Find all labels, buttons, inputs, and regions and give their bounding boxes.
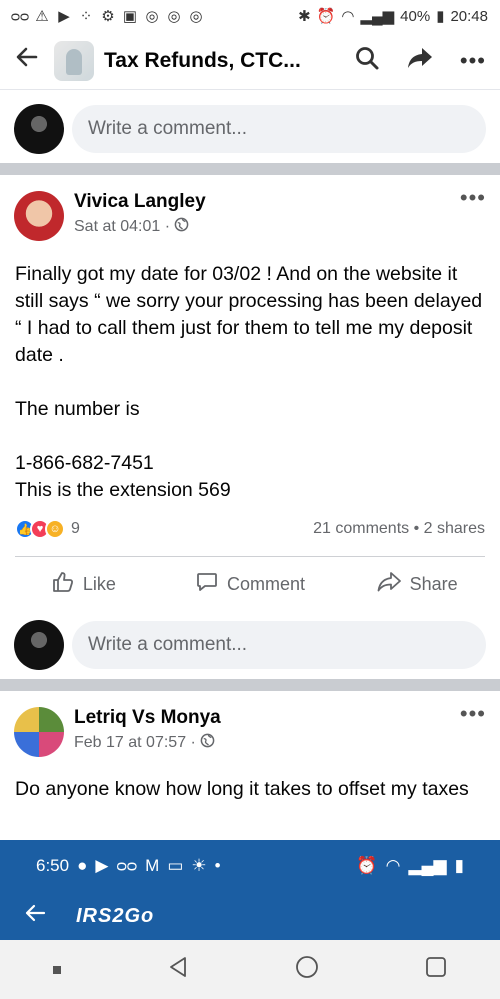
post-more-icon[interactable]: ••• <box>460 701 486 727</box>
battery-icon: ▮ <box>436 8 445 25</box>
gear-icon: ⚙ <box>101 8 115 25</box>
share-button[interactable]: Share <box>333 560 500 608</box>
post-timestamp[interactable]: Feb 17 at 07:57 · <box>74 733 221 753</box>
share-icon <box>376 570 402 599</box>
app-header: Tax Refunds, CTC... ••• <box>0 32 500 90</box>
embedded-app-title: IRS2Go <box>76 904 155 927</box>
wifi-icon: ◠ <box>341 8 355 25</box>
comment-input[interactable]: Write a comment... <box>72 621 486 669</box>
more-options-icon[interactable]: ••• <box>460 48 486 74</box>
voicemail-icon: ᴑᴑ <box>116 856 138 875</box>
author-name[interactable]: Vivica Langley <box>74 191 206 213</box>
post-time-text: Sat at 04:01 · <box>74 218 171 235</box>
recents-dot-icon[interactable] <box>53 965 61 974</box>
comment-composer-post1: Write a comment... <box>0 610 500 680</box>
share-arrow-icon[interactable] <box>406 45 434 76</box>
back-arrow-icon <box>24 903 46 929</box>
weather-icon: ☀ <box>191 856 207 875</box>
gmail-icon: M <box>145 856 160 875</box>
group-thumbnail[interactable] <box>54 40 94 81</box>
youtube-icon: ▶ <box>95 856 109 875</box>
feed-divider <box>0 679 500 691</box>
post-more-icon[interactable]: ••• <box>460 185 486 211</box>
signal-icon: ▂▄▆ <box>408 856 447 875</box>
wifi-icon: ◠ <box>385 856 401 875</box>
alarm-icon: ⏰ <box>356 856 378 875</box>
comments-shares-count[interactable]: 21 comments • 2 shares <box>313 520 485 538</box>
search-icon[interactable] <box>354 45 380 76</box>
comment-input[interactable]: Write a comment... <box>72 105 486 153</box>
author-avatar[interactable] <box>14 707 64 757</box>
overview-square-icon[interactable] <box>425 956 447 983</box>
reaction-count[interactable]: 9 <box>71 520 80 538</box>
status-bar: ᴑᴑ ⚠ ▶ ⁘ ⚙ ▣ ◎ ◎ ◎ ✱ ⏰ ◠ ▂▄▆ 40% ▮ 20:48 <box>0 0 500 32</box>
back-arrow-icon[interactable] <box>14 44 44 77</box>
embedded-status-bar: 6:50 ● ▶ ᴑᴑ M ▭ ☀ • ⏰ ◠ ▂▄▆ ▮ <box>0 840 500 892</box>
post-text: Do anyone know how long it takes to offs… <box>15 778 469 800</box>
like-button[interactable]: Like <box>0 560 167 608</box>
thumbs-up-icon <box>51 570 75 599</box>
actions-separator <box>15 556 485 557</box>
embedded-screenshot[interactable]: 6:50 ● ▶ ᴑᴑ M ▭ ☀ • ⏰ ◠ ▂▄▆ ▮ IRS2Go <box>0 840 500 940</box>
back-triangle-icon[interactable] <box>167 956 189 983</box>
voicemail-icon: ᴑᴑ <box>10 7 30 25</box>
image-icon: ▣ <box>122 8 138 25</box>
battery-percent: 40% <box>400 7 431 25</box>
post-text: Finally got my date for 03/02 ! And on t… <box>15 263 483 501</box>
globe-icon <box>174 217 189 237</box>
author-avatar[interactable] <box>14 191 64 241</box>
group-title[interactable]: Tax Refunds, CTC... <box>104 49 314 73</box>
care-reaction-icon: ☺ <box>45 519 65 539</box>
comment-button[interactable]: Comment <box>167 560 334 608</box>
alarm-icon: ⏰ <box>316 8 336 25</box>
chrome-icon-3: ◎ <box>189 8 203 25</box>
signal-icon: ▂▄▆ <box>360 8 395 25</box>
clock: 20:48 <box>450 7 488 25</box>
comment-bubble-icon <box>195 570 219 599</box>
system-nav-bar <box>0 940 500 999</box>
facebook-icon: ● <box>77 856 88 875</box>
warning-icon: ⚠ <box>35 8 49 25</box>
chrome-icon-2: ◎ <box>167 8 181 25</box>
embedded-clock: 6:50 <box>36 856 70 875</box>
embedded-app-bar: IRS2Go <box>0 892 500 940</box>
comment-label: Comment <box>226 573 306 594</box>
bluetooth-icon: ✱ <box>298 8 311 25</box>
play-icon: ▶ <box>58 8 70 25</box>
like-label: Like <box>82 573 116 594</box>
share-label: Share <box>409 573 458 594</box>
post-actions: Like Comment Share <box>0 560 500 608</box>
post-time-text: Feb 17 at 07:57 · <box>74 734 196 751</box>
chrome-icon: ◎ <box>145 8 159 25</box>
ebay-icon: ▭ <box>167 856 184 875</box>
post-header: Letriq Vs Monya Feb 17 at 07:57 · ••• <box>14 701 486 757</box>
notification-icons: ᴑᴑ ⚠ ▶ ⁘ ⚙ ▣ ◎ ◎ ◎ <box>10 7 204 26</box>
post-stats: 👍 ♥ ☺ 9 21 comments • 2 shares <box>15 514 485 544</box>
comment-composer-top: Write a comment... <box>0 94 500 164</box>
grid-icon: ⁘ <box>79 8 93 25</box>
author-name[interactable]: Letriq Vs Monya <box>74 707 221 729</box>
user-avatar <box>14 104 64 154</box>
home-circle-icon[interactable] <box>295 955 319 984</box>
dot-icon: • <box>214 856 221 875</box>
post-timestamp[interactable]: Sat at 04:01 · <box>74 217 206 237</box>
feed-divider <box>0 163 500 175</box>
battery-icon: ▮ <box>454 856 464 875</box>
user-avatar <box>14 620 64 670</box>
globe-icon <box>200 733 215 753</box>
post-header: Vivica Langley Sat at 04:01 · ••• <box>14 185 486 241</box>
